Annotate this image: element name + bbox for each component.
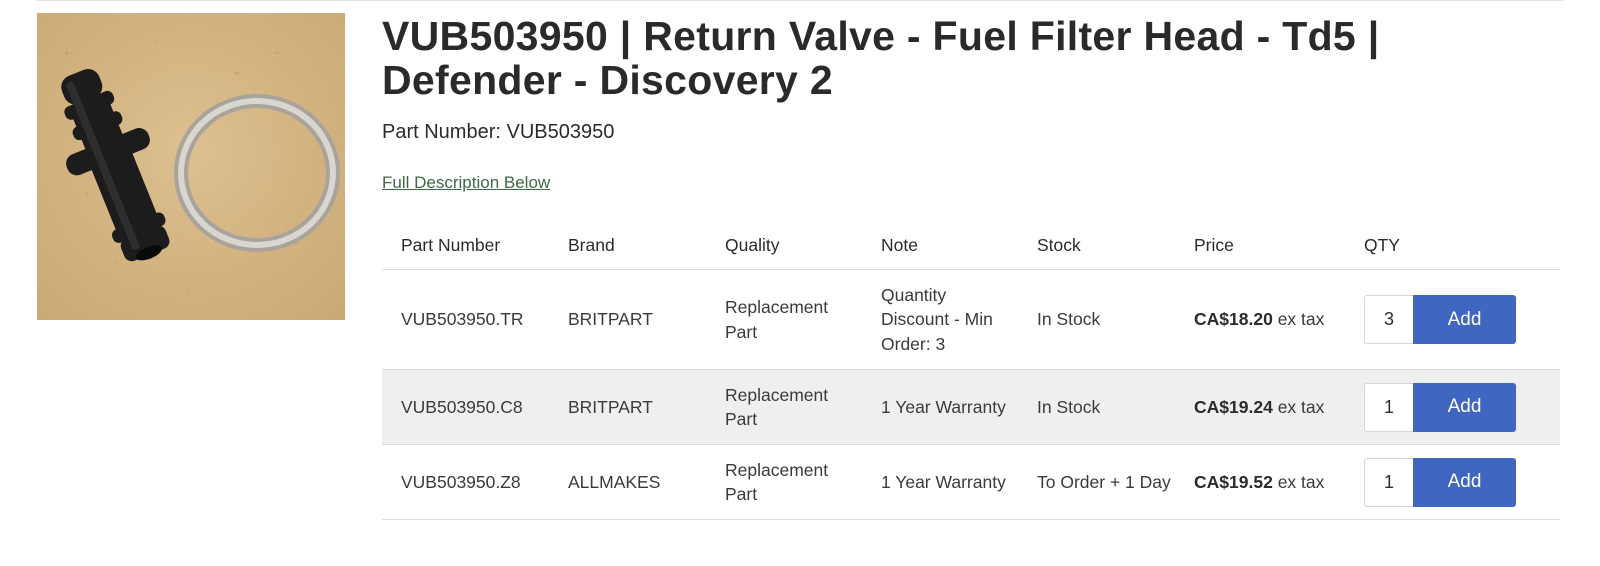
quality-cell: Replacement Part bbox=[706, 269, 862, 370]
part-number-cell: VUB503950.Z8 bbox=[382, 444, 549, 520]
brand-cell: BRITPART bbox=[549, 269, 706, 370]
parts-table: Part Number Brand Quality Note Stock Pri… bbox=[382, 222, 1560, 520]
header-brand: Brand bbox=[549, 222, 706, 270]
qty-control: Add bbox=[1364, 457, 1516, 507]
product-image[interactable] bbox=[37, 13, 345, 320]
qty-input[interactable] bbox=[1364, 457, 1413, 507]
price-cell: CA$19.52 ex tax bbox=[1175, 444, 1345, 520]
price-cell: CA$18.20 ex tax bbox=[1175, 269, 1345, 370]
price-value: CA$18.20 bbox=[1194, 309, 1273, 330]
top-divider bbox=[37, 0, 1563, 1]
header-stock: Stock bbox=[1018, 222, 1175, 270]
note-cell: 1 Year Warranty bbox=[862, 369, 1018, 445]
price-cell: CA$19.24 ex tax bbox=[1175, 369, 1345, 445]
price-suffix: ex tax bbox=[1277, 471, 1325, 492]
stock-cell: To Order + 1 Day bbox=[1018, 444, 1175, 520]
part-number-cell: VUB503950.TR bbox=[382, 269, 549, 370]
qty-cell: Add bbox=[1345, 369, 1560, 445]
brand-cell: BRITPART bbox=[549, 369, 706, 445]
header-note: Note bbox=[862, 222, 1018, 270]
note-cell: Quantity Discount - Min Order: 3 bbox=[862, 269, 1018, 370]
add-button[interactable]: Add bbox=[1413, 382, 1516, 432]
header-price: Price bbox=[1175, 222, 1345, 270]
product-info: VUB503950 | Return Valve - Fuel Filter H… bbox=[382, 14, 1562, 193]
stock-cell: In Stock bbox=[1018, 369, 1175, 445]
qty-cell: Add bbox=[1345, 444, 1560, 520]
part-number-cell: VUB503950.C8 bbox=[382, 369, 549, 445]
table-row: VUB503950.C8 BRITPART Replacement Part 1… bbox=[382, 369, 1560, 445]
stock-cell: In Stock bbox=[1018, 269, 1175, 370]
qty-control: Add bbox=[1364, 382, 1516, 432]
price-suffix: ex tax bbox=[1277, 396, 1325, 417]
qty-input[interactable] bbox=[1364, 382, 1413, 432]
qty-cell: Add bbox=[1345, 269, 1560, 370]
add-button[interactable]: Add bbox=[1413, 457, 1516, 507]
quality-cell: Replacement Part bbox=[706, 369, 862, 445]
page-title: VUB503950 | Return Valve - Fuel Filter H… bbox=[382, 13, 1380, 103]
note-cell: 1 Year Warranty bbox=[862, 444, 1018, 520]
full-description-link[interactable]: Full Description Below bbox=[382, 173, 550, 193]
quality-cell: Replacement Part bbox=[706, 444, 862, 520]
part-number-label: Part Number: VUB503950 bbox=[382, 121, 615, 143]
qty-input[interactable] bbox=[1364, 295, 1413, 344]
price-value: CA$19.52 bbox=[1194, 471, 1273, 492]
table-header-row: Part Number Brand Quality Note Stock Pri… bbox=[382, 222, 1560, 270]
price-value: CA$19.24 bbox=[1194, 396, 1273, 417]
brand-cell: ALLMAKES bbox=[549, 444, 706, 520]
add-button[interactable]: Add bbox=[1413, 295, 1516, 344]
product-photo bbox=[37, 13, 345, 320]
header-quality: Quality bbox=[706, 222, 862, 270]
header-qty: QTY bbox=[1345, 222, 1560, 270]
price-suffix: ex tax bbox=[1277, 309, 1325, 330]
qty-control: Add bbox=[1364, 295, 1516, 344]
table-row: VUB503950.Z8 ALLMAKES Replacement Part 1… bbox=[382, 444, 1560, 520]
table-row: VUB503950.TR BRITPART Replacement Part Q… bbox=[382, 269, 1560, 370]
header-part-number: Part Number bbox=[382, 222, 549, 270]
